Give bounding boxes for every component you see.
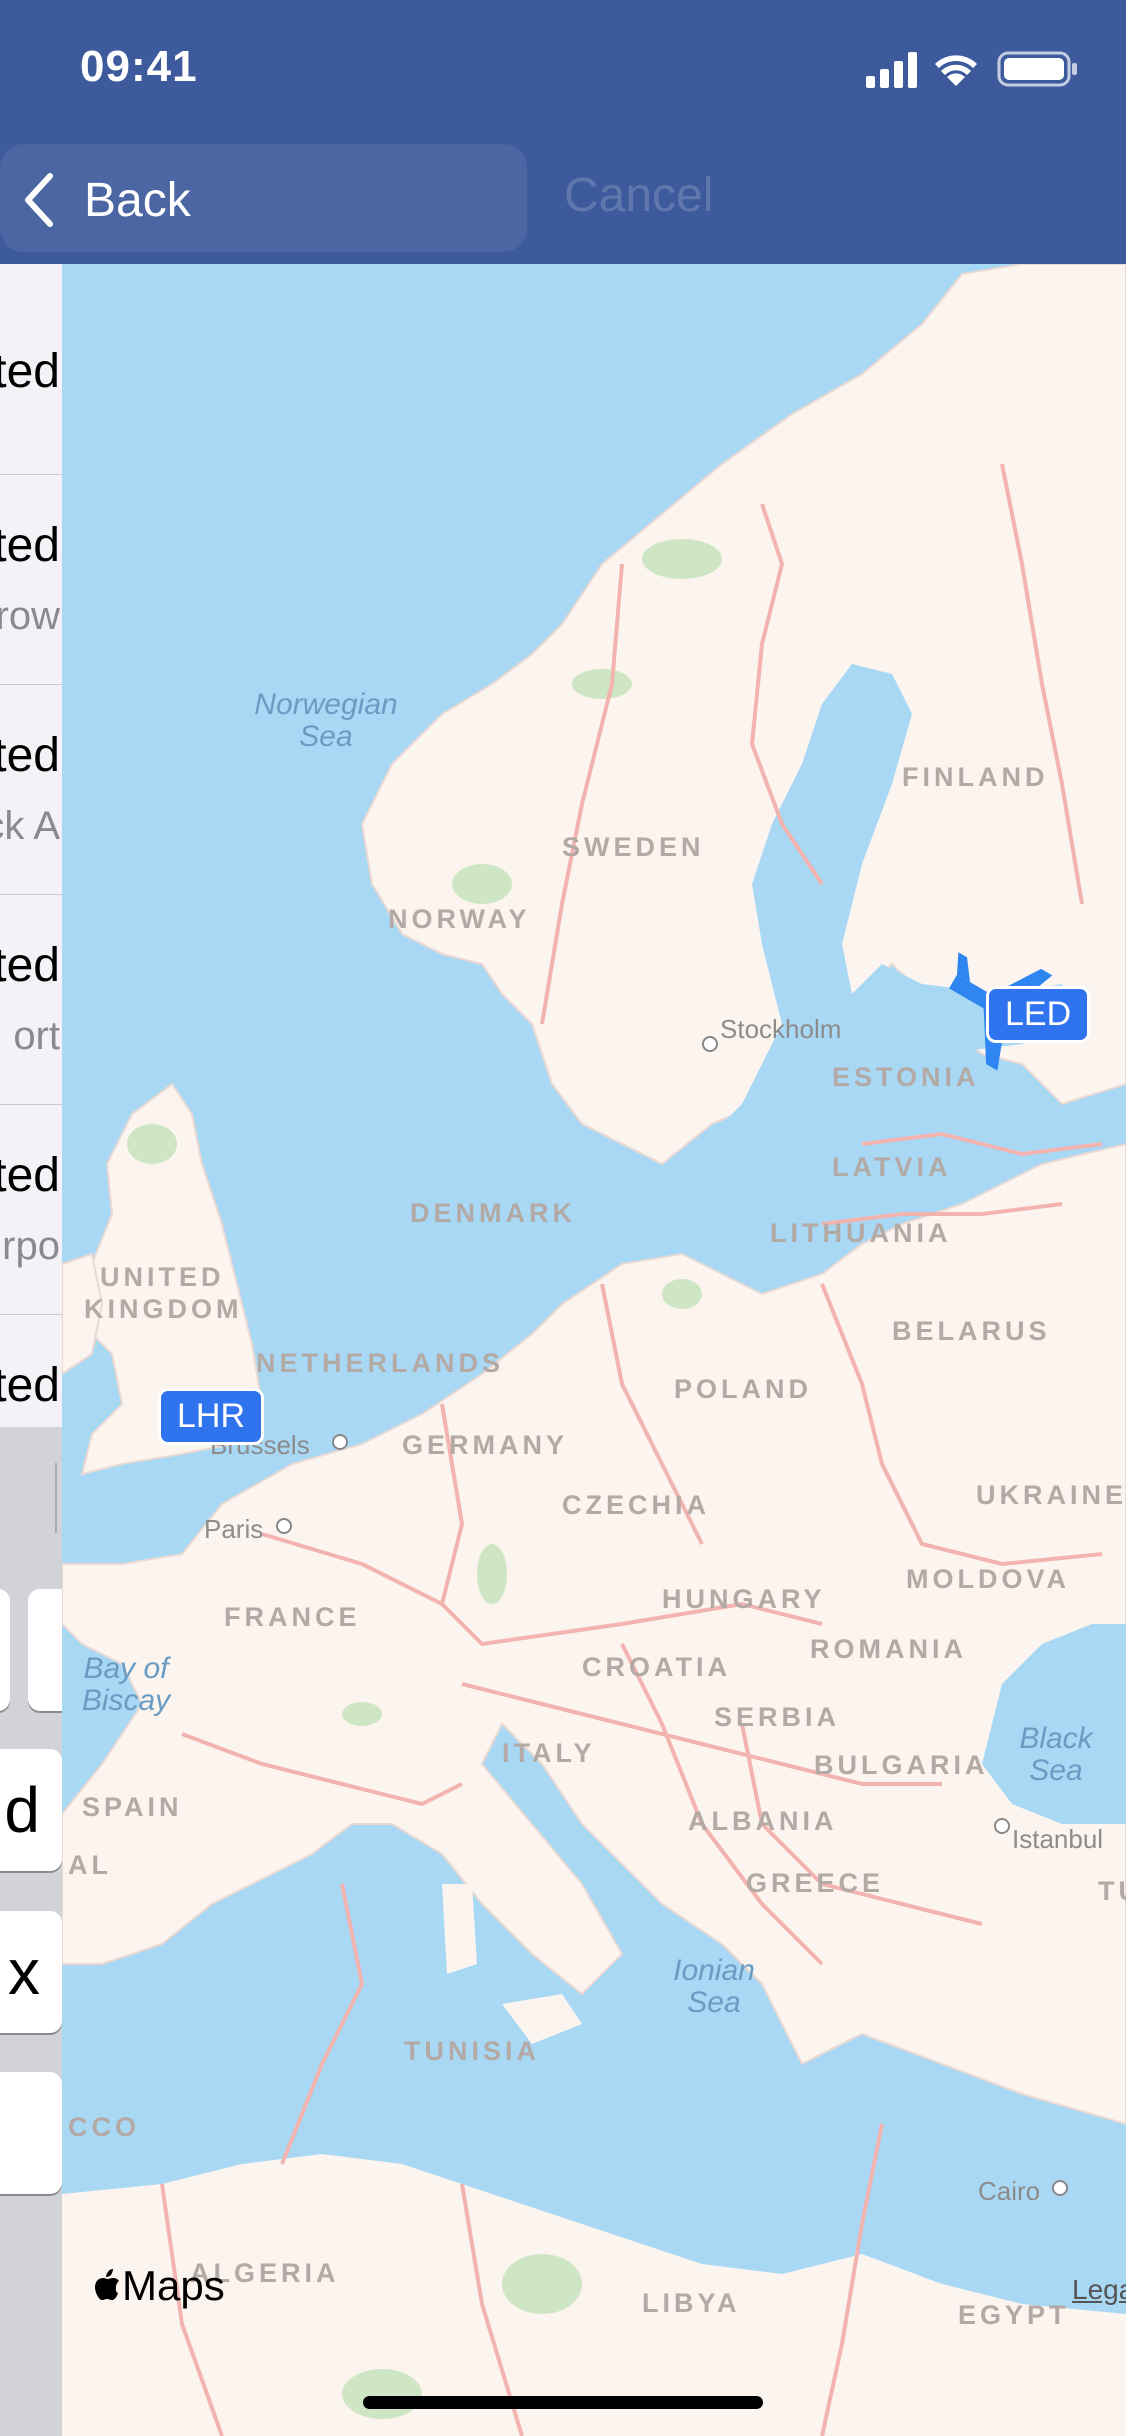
list-item-subtitle: row	[0, 594, 60, 638]
list-item-title: ted	[0, 1149, 60, 1202]
keyboard-key[interactable]	[0, 1589, 10, 1711]
legal-link[interactable]: Legal	[1072, 2274, 1126, 2306]
battery-icon	[997, 51, 1077, 87]
country-label: FRANCE	[224, 1602, 361, 1632]
country-label: NETHERLANDS	[256, 1348, 504, 1378]
list-item[interactable]: ted	[0, 264, 62, 475]
country-label: ALBANIA	[688, 1806, 838, 1836]
country-label: FINLAND	[902, 762, 1048, 792]
country-label: TUNISIA	[404, 2036, 540, 2066]
sea-label: Biscay	[82, 1684, 172, 1717]
country-label: GERMANY	[402, 1430, 568, 1460]
list-item[interactable]: ted	[0, 1314, 62, 1427]
country-label: POLAND	[674, 1374, 812, 1404]
country-label: CCO	[68, 2112, 140, 2142]
country-label: BULGARIA	[814, 1750, 989, 1780]
list-item[interactable]: ted row	[0, 474, 62, 685]
country-label: SWEDEN	[562, 832, 705, 862]
country-label: UNITED	[100, 1262, 225, 1292]
home-indicator[interactable]	[363, 2396, 763, 2409]
sea-label: Norwegian	[254, 688, 397, 721]
list-item[interactable]: ted ck A	[0, 684, 62, 895]
keyboard-key-x[interactable]: x	[0, 1911, 62, 2033]
list-item-title: ted	[0, 939, 60, 992]
sea-label: Sea	[1029, 1754, 1082, 1787]
status-icons	[866, 48, 1086, 88]
country-label: ITALY	[502, 1738, 596, 1768]
key-label: x	[8, 1936, 40, 2008]
city-label: Istanbul	[1012, 1824, 1103, 1854]
country-label: LITHUANIA	[770, 1218, 951, 1248]
list-item-title: ted	[0, 345, 60, 398]
keyboard: d x	[0, 1427, 62, 2436]
list-item-subtitle: ort	[13, 1014, 60, 1058]
list-item-title: ted	[0, 1359, 60, 1412]
keyboard-key-d[interactable]: d	[0, 1749, 62, 1871]
sea-label: Sea	[299, 720, 352, 753]
country-label: GREECE	[746, 1868, 884, 1898]
country-label: TU	[1098, 1876, 1126, 1906]
status-bar: 09:41	[0, 0, 1126, 132]
back-label: Back	[84, 173, 191, 227]
city-label: Paris	[204, 1514, 263, 1544]
list-item-subtitle: ck A	[0, 804, 60, 848]
country-label: LIBYA	[642, 2288, 741, 2318]
country-label: ESTONIA	[832, 1062, 980, 1092]
keyboard-key[interactable]	[28, 1589, 62, 1711]
city-label: Cairo	[978, 2176, 1040, 2206]
apple-logo-icon	[95, 2269, 119, 2300]
chevron-left-icon	[25, 173, 53, 227]
map-view[interactable]: FINLAND SWEDEN NORWAY ESTONIA LATVIA LIT…	[62, 264, 1126, 2436]
origin-airport-badge[interactable]: LHR	[158, 1388, 265, 1445]
list-item[interactable]: ted irpo	[0, 1104, 62, 1315]
keyboard-divider	[55, 1463, 57, 1533]
destination-airport-badge[interactable]: LED	[986, 986, 1091, 1043]
country-label: AL	[68, 1850, 112, 1880]
country-label: DENMARK	[410, 1198, 576, 1228]
cancel-button[interactable]: Cancel	[564, 168, 713, 223]
key-label: d	[4, 1774, 40, 1846]
keyboard-key[interactable]	[0, 2072, 62, 2194]
country-label: CROATIA	[582, 1652, 731, 1682]
country-label: CZECHIA	[562, 1490, 710, 1520]
country-label: KINGDOM	[84, 1294, 243, 1324]
country-label: LATVIA	[832, 1152, 952, 1182]
cellular-signal-icon	[866, 52, 917, 88]
list-item-subtitle: irpo	[0, 1224, 60, 1268]
country-label: ROMANIA	[810, 1634, 967, 1664]
country-label: NORWAY	[388, 904, 531, 934]
country-label: SERBIA	[714, 1702, 840, 1732]
city-label: Stockholm	[720, 1014, 841, 1044]
country-label: SPAIN	[82, 1792, 183, 1822]
wifi-icon	[935, 55, 977, 86]
list-item-title: ted	[0, 519, 60, 572]
sea-label: Black	[1019, 1722, 1094, 1755]
back-button[interactable]: Back	[20, 160, 191, 240]
country-label: UKRAINE	[976, 1480, 1126, 1510]
maps-logo-text: Maps	[122, 2262, 225, 2309]
country-label: MOLDOVA	[906, 1564, 1070, 1594]
land-sardinia	[442, 1884, 477, 1974]
country-label: EGYPT	[958, 2300, 1070, 2330]
list-item[interactable]: ted ort	[0, 894, 62, 1105]
sea-label: Bay of	[83, 1652, 171, 1685]
maps-logo: Maps	[92, 2262, 225, 2310]
status-time: 09:41	[80, 42, 198, 91]
sea-label: Sea	[687, 1986, 740, 2019]
list-item-title: ted	[0, 729, 60, 782]
country-label: HUNGARY	[662, 1584, 826, 1614]
country-label: BELARUS	[892, 1316, 1051, 1346]
sea-label: Ionian	[673, 1954, 755, 1987]
land-corsica	[452, 1824, 467, 1864]
results-list: ted ted row ted ck A ted ort ted irpo te…	[0, 264, 62, 1427]
